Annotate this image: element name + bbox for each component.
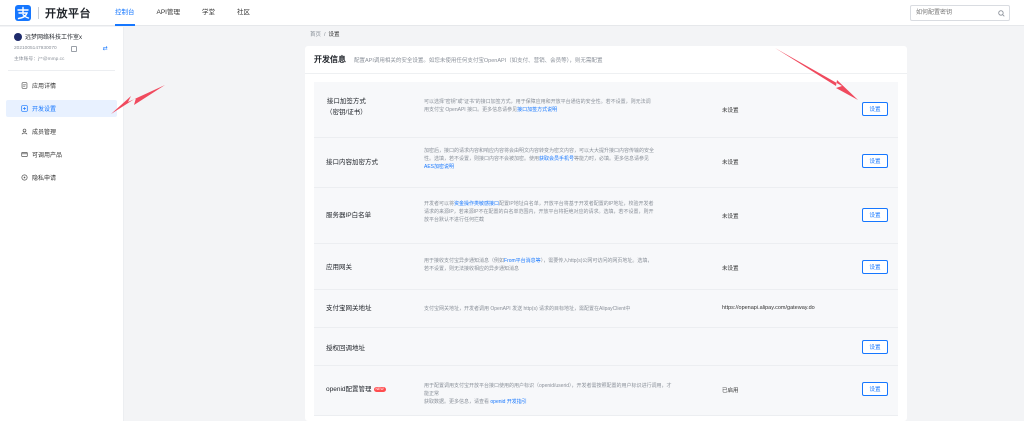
account-id: 2021005147930070 bbox=[14, 46, 57, 51]
row-openid-config: openid配置管理 NEW 用于配置调用支付宝开放平台接口使用的用户标识（ope… bbox=[314, 366, 898, 416]
set-ip-whitelist-button[interactable]: 设置 bbox=[862, 208, 888, 222]
sidebar-item-app-details[interactable]: 应用详情 bbox=[6, 77, 117, 94]
row-sign-method: 接口加签方式 （密钥/证书） 可以选择“密钥”或“证书”的接口加签方式，用于保障… bbox=[314, 82, 898, 138]
breadcrumb-home[interactable]: 首页 bbox=[310, 32, 321, 38]
row-label: 授权回调地址 bbox=[326, 345, 365, 352]
sidebar-item-label: 成员管理 bbox=[32, 130, 57, 136]
sidebar-item-dev-settings[interactable]: 开发设置 bbox=[6, 100, 117, 117]
copy-icon[interactable] bbox=[70, 45, 77, 52]
row-auth-callback: 授权回调地址 设置 bbox=[314, 328, 898, 366]
row-label: 接口加签方式 （密钥/证书） bbox=[326, 98, 367, 116]
card-title: 开发信息 bbox=[314, 55, 346, 64]
row-app-gateway: 应用网关 用于接收支付宝异步通知消息（例如From平台消息等），需要传入http… bbox=[314, 244, 898, 290]
row-status: 未设置 bbox=[722, 214, 739, 220]
sidebar-item-label: 应用详情 bbox=[32, 84, 57, 90]
row-encrypt-method: 接口内容加密方式 加密后，接口的请求内容和响应内容将会由明文内容转变为密文内容，… bbox=[314, 138, 898, 188]
sidebar-item-privacy[interactable]: 隐私申请 bbox=[6, 169, 117, 186]
row-description: 可以选择“密钥”或“证书”的接口加签方式，用于保障应用和开放平台通信的安全性。若… bbox=[424, 99, 651, 113]
set-app-gateway-button[interactable]: 设置 bbox=[862, 260, 888, 274]
main-account: 主体账号：j**@mmp.cc bbox=[14, 57, 65, 62]
nav-community[interactable]: 社区 bbox=[237, 0, 250, 26]
sidebar-item-products[interactable]: 可调用产品 bbox=[6, 146, 117, 163]
row-label: 接口内容加密方式 bbox=[326, 159, 378, 166]
card-header: 开发信息 配置API调用相关的安全设置。如您未使用任何支付宝OpenAPI（如支… bbox=[305, 46, 907, 74]
row-alipay-gateway: 支付宝网关地址 支付宝网关地址，开发者调用 OpenAPI 发送 http(s)… bbox=[314, 290, 898, 328]
breadcrumb-separator: / bbox=[324, 32, 326, 38]
sidebar: 远梦网络科技工作室x 2021005147930070 ⇄ 主体账号：j**@m… bbox=[0, 27, 124, 421]
settings-icon bbox=[20, 105, 28, 113]
set-auth-callback-button[interactable]: 设置 bbox=[862, 340, 888, 354]
search-box bbox=[910, 5, 1010, 21]
logo[interactable]: 开放平台 bbox=[14, 4, 91, 22]
row-label: 支付宝网关地址 bbox=[326, 305, 372, 312]
top-bar: 开放平台 控制台 API管理 学堂 社区 bbox=[0, 0, 1024, 26]
row-ip-whitelist: 服务器IP白名单 开发者可以将资金操作类敏感接口配置IP地址白名单，开放平台将基… bbox=[314, 188, 898, 244]
aes-doc-link[interactable]: AES加密说明 bbox=[424, 163, 674, 171]
sidebar-item-members[interactable]: 成员管理 bbox=[6, 123, 117, 140]
platform-message-link[interactable]: From平台消息等 bbox=[504, 258, 541, 264]
account-name: 远梦网络科技工作室x bbox=[25, 35, 83, 41]
sidebar-item-label: 开发设置 bbox=[32, 107, 57, 113]
row-status: 已启用 bbox=[722, 388, 739, 394]
gateway-url: https://openapi.alipay.com/gateway.do bbox=[722, 305, 815, 311]
app-avatar bbox=[14, 32, 22, 41]
row-label: openid配置管理 NEW bbox=[326, 386, 386, 393]
get-member-phone-link[interactable]: 获取会员手机号 bbox=[539, 156, 574, 162]
new-badge: NEW bbox=[373, 386, 386, 392]
row-label: 应用网关 bbox=[326, 264, 352, 271]
account-info: 远梦网络科技工作室x 2021005147930070 ⇄ 主体账号：j**@m… bbox=[0, 27, 123, 68]
logo-separator bbox=[38, 6, 39, 19]
sidebar-item-label: 隐私申请 bbox=[32, 176, 57, 182]
card-description: 配置API调用相关的安全设置。如您未使用任何支付宝OpenAPI（如支付、营销、… bbox=[354, 57, 603, 64]
breadcrumb-current: 设置 bbox=[328, 32, 340, 38]
sensitive-api-link[interactable]: 资金操作类敏感接口 bbox=[454, 201, 499, 207]
privacy-icon bbox=[20, 174, 28, 182]
nav-academy[interactable]: 学堂 bbox=[202, 0, 215, 26]
row-label: 服务器IP白名单 bbox=[326, 212, 372, 219]
main-nav: 控制台 API管理 学堂 社区 bbox=[115, 0, 272, 26]
row-status: 未设置 bbox=[722, 160, 739, 166]
sign-method-doc-link[interactable]: 接口加签方式说明 bbox=[517, 107, 557, 113]
row-description: 加密后，接口的请求内容和响应内容将会由明文内容转变为密文内容，可以大大提升接口内… bbox=[424, 147, 674, 171]
row-description: 支付宝网关地址，开发者调用 OpenAPI 发送 http(s) 请求的目标地址… bbox=[424, 306, 631, 312]
nav-api-management[interactable]: API管理 bbox=[157, 0, 180, 26]
dev-info-card: 开发信息 配置API调用相关的安全设置。如您未使用任何支付宝OpenAPI（如支… bbox=[305, 46, 907, 421]
sidebar-divider bbox=[8, 70, 115, 71]
set-openid-config-button[interactable]: 设置 bbox=[862, 382, 888, 396]
row-description: 用于接收支付宝异步通知消息（例如From平台消息等），需要传入http(s)公网… bbox=[424, 258, 653, 272]
switch-icon[interactable]: ⇄ bbox=[103, 45, 108, 52]
member-icon bbox=[20, 128, 28, 136]
nav-console[interactable]: 控制台 bbox=[115, 0, 135, 26]
search-icon[interactable] bbox=[995, 6, 1007, 20]
row-status: 未设置 bbox=[722, 266, 739, 272]
product-icon bbox=[20, 151, 28, 159]
row-status: 未设置 bbox=[722, 108, 739, 114]
sidebar-item-label: 可调用产品 bbox=[32, 153, 63, 159]
set-sign-method-button[interactable]: 设置 bbox=[862, 102, 888, 116]
platform-name: 开放平台 bbox=[45, 7, 91, 20]
row-description: 开发者可以将资金操作类敏感接口配置IP地址白名单，开放平台将基于开发者配置的IP… bbox=[424, 201, 654, 223]
row-description: 用于配置调用支付宝开放平台接口使用的用户标识（openid/userid），开发… bbox=[424, 383, 672, 405]
breadcrumb: 首页 / 设置 bbox=[310, 30, 340, 38]
set-encrypt-method-button[interactable]: 设置 bbox=[862, 154, 888, 168]
openid-guide-link[interactable]: openid 开发指引 bbox=[490, 399, 526, 405]
document-icon bbox=[20, 82, 28, 90]
search-input[interactable] bbox=[911, 6, 995, 20]
alipay-logo-icon bbox=[14, 4, 32, 22]
